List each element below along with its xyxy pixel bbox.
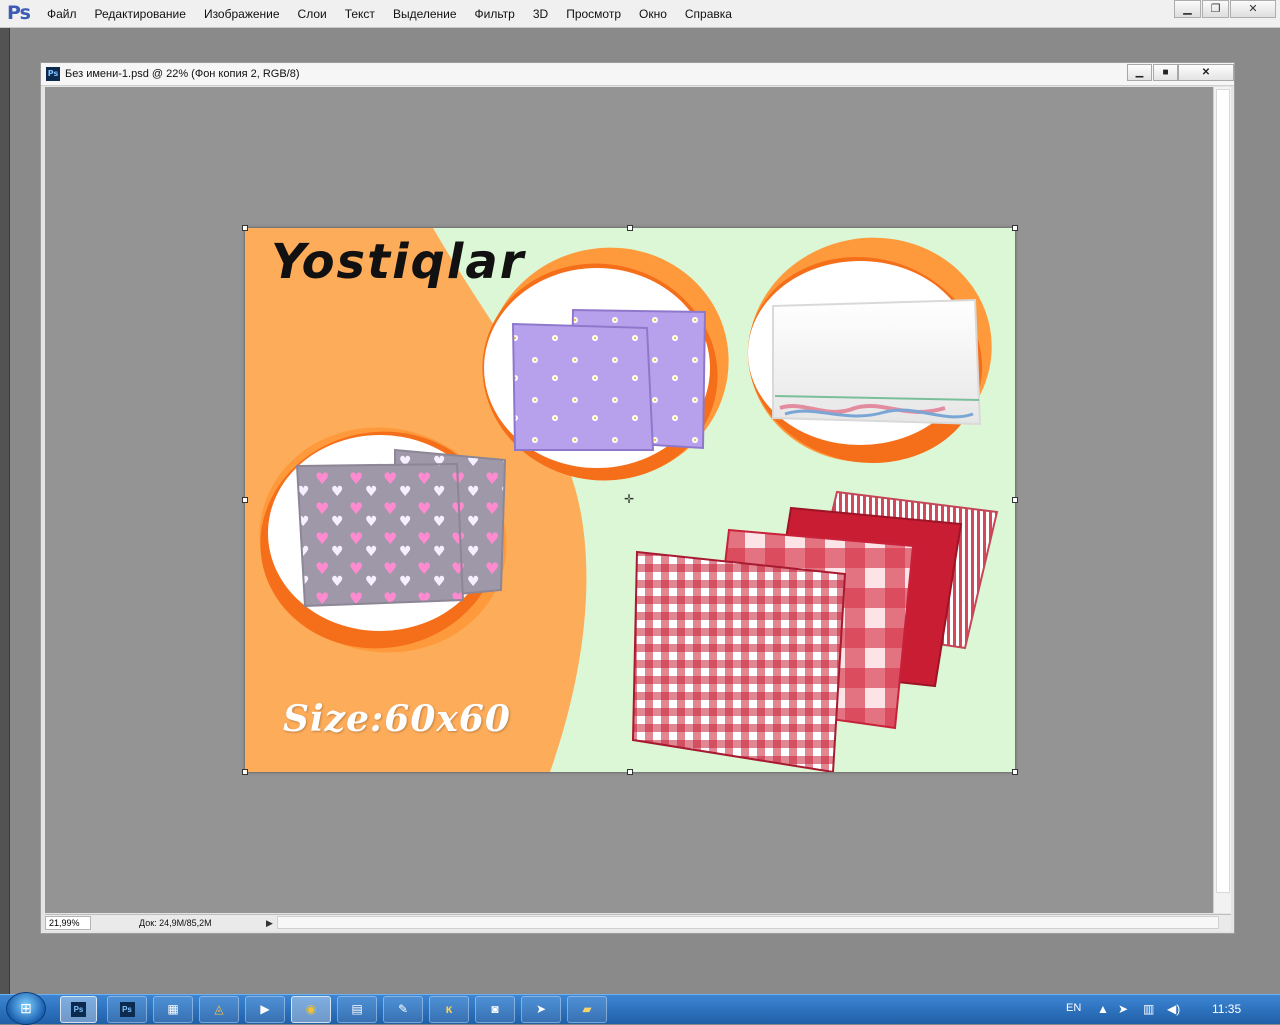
- taskbar-chrome[interactable]: ◉: [291, 996, 331, 1023]
- photoshop-logo: Ps: [7, 2, 31, 24]
- calculator-icon: ▦: [167, 1002, 179, 1016]
- transform-handle[interactable]: [242, 225, 248, 231]
- doc-minimize-button[interactable]: ▁: [1127, 64, 1152, 81]
- taskbar-telegram[interactable]: ➤: [521, 996, 561, 1023]
- start-button[interactable]: ⊞: [6, 992, 46, 1025]
- menu-image[interactable]: Изображение: [195, 0, 289, 28]
- triangle-icon: ◬: [214, 1002, 224, 1016]
- app-restore-button[interactable]: ❐: [1202, 0, 1229, 18]
- camera-icon: ◙: [491, 1002, 499, 1016]
- photoshop-taskbar-icon: Ps: [71, 1002, 86, 1018]
- folder-icon: ▰: [582, 1002, 592, 1016]
- horizontal-scrollbar[interactable]: [277, 916, 1219, 929]
- chrome-icon: ◉: [305, 1002, 317, 1016]
- app-minimize-button[interactable]: ▁: [1174, 0, 1201, 18]
- status-menu-arrow-icon[interactable]: ▶: [266, 916, 273, 930]
- app-close-button[interactable]: ✕: [1230, 0, 1276, 18]
- menu-filter[interactable]: Фильтр: [466, 0, 524, 28]
- transform-handle[interactable]: [242, 769, 248, 775]
- network-icon[interactable]: ▥: [1143, 995, 1154, 1024]
- artwork-title: Yostiqlar: [271, 234, 526, 290]
- transform-handle[interactable]: [1012, 225, 1018, 231]
- document-title: Без имени-1.psd @ 22% (Фон копия 2, RGB/…: [65, 68, 300, 80]
- taskbar-explorer[interactable]: ▰: [567, 996, 607, 1023]
- taskbar-paint-app[interactable]: ✎: [383, 996, 423, 1023]
- menu-bar: Ps Файл Редактирование Изображение Слои …: [0, 0, 1280, 28]
- telegram-icon: ➤: [535, 1002, 547, 1016]
- ic-icon: ĸ: [445, 1002, 453, 1016]
- language-indicator[interactable]: EN: [1066, 995, 1081, 1022]
- menu-type[interactable]: Текст: [336, 0, 384, 28]
- taskbar-document-app[interactable]: ▤: [337, 996, 377, 1023]
- menu-3d[interactable]: 3D: [524, 0, 557, 28]
- menu-layers[interactable]: Слои: [289, 0, 336, 28]
- menu-help[interactable]: Справка: [676, 0, 741, 28]
- taskbar-app-triangle[interactable]: ◬: [199, 996, 239, 1023]
- paint-icon: ✎: [397, 1002, 409, 1016]
- clock[interactable]: 11:35: [1212, 995, 1241, 1024]
- menu-edit[interactable]: Редактирование: [86, 0, 195, 28]
- menu-items: Файл Редактирование Изображение Слои Тек…: [38, 0, 741, 28]
- menu-view[interactable]: Просмотр: [557, 0, 630, 28]
- document-icon: ▤: [351, 1002, 363, 1016]
- menu-select[interactable]: Выделение: [384, 0, 466, 28]
- doc-restore-button[interactable]: ■: [1153, 64, 1178, 81]
- document-titlebar[interactable]: Ps Без имени-1.psd @ 22% (Фон копия 2, R…: [41, 63, 1234, 86]
- taskbar-ic-app[interactable]: ĸ: [429, 996, 469, 1023]
- vertical-scrollbar[interactable]: [1213, 87, 1231, 913]
- frame-white-pillow: [747, 237, 992, 464]
- menu-file[interactable]: Файл: [38, 0, 86, 28]
- taskbar-camera-app[interactable]: ◙: [475, 996, 515, 1023]
- taskbar-calculator[interactable]: ▦: [153, 996, 193, 1023]
- zoom-field[interactable]: 21,99%: [45, 916, 91, 930]
- transform-handle[interactable]: [1012, 769, 1018, 775]
- transform-handle[interactable]: [627, 225, 633, 231]
- photoshop-doc-icon: Ps: [46, 67, 60, 81]
- transform-handle[interactable]: [1012, 497, 1018, 503]
- menu-window[interactable]: Окно: [630, 0, 676, 28]
- doc-close-button[interactable]: ✕: [1178, 64, 1234, 81]
- document-size-info: Док: 24,9M/85,2M: [139, 918, 212, 928]
- transform-center-icon[interactable]: ✛: [624, 493, 634, 505]
- vertical-scroll-thumb[interactable]: [1216, 89, 1230, 893]
- volume-icon[interactable]: ◀): [1167, 995, 1180, 1024]
- taskbar-photoshop-active[interactable]: Ps: [60, 996, 97, 1023]
- status-bar: 21,99% Док: 24,9M/85,2M ▶: [45, 914, 1231, 931]
- taskbar-photoshop-2[interactable]: Ps: [107, 996, 147, 1023]
- red-pillows: [631, 490, 999, 772]
- telegram-tray-icon[interactable]: ➤: [1118, 995, 1128, 1024]
- taskbar: ⊞ Ps Ps ▦ ◬ ▶ ◉ ▤ ✎ ĸ ◙ ➤ ▰ EN ▲ ➤ ▥ ◀) …: [0, 992, 1280, 1025]
- transform-handle[interactable]: [627, 769, 633, 775]
- play-icon: ▶: [260, 1002, 270, 1016]
- show-hidden-icons-icon[interactable]: ▲: [1097, 995, 1109, 1024]
- taskbar-media-player[interactable]: ▶: [245, 996, 285, 1023]
- photoshop-taskbar-icon-2: Ps: [119, 1002, 135, 1018]
- tools-panel-edge: [0, 28, 10, 994]
- transform-handle[interactable]: [242, 497, 248, 503]
- artwork-size-label: Size:60x60: [283, 698, 511, 740]
